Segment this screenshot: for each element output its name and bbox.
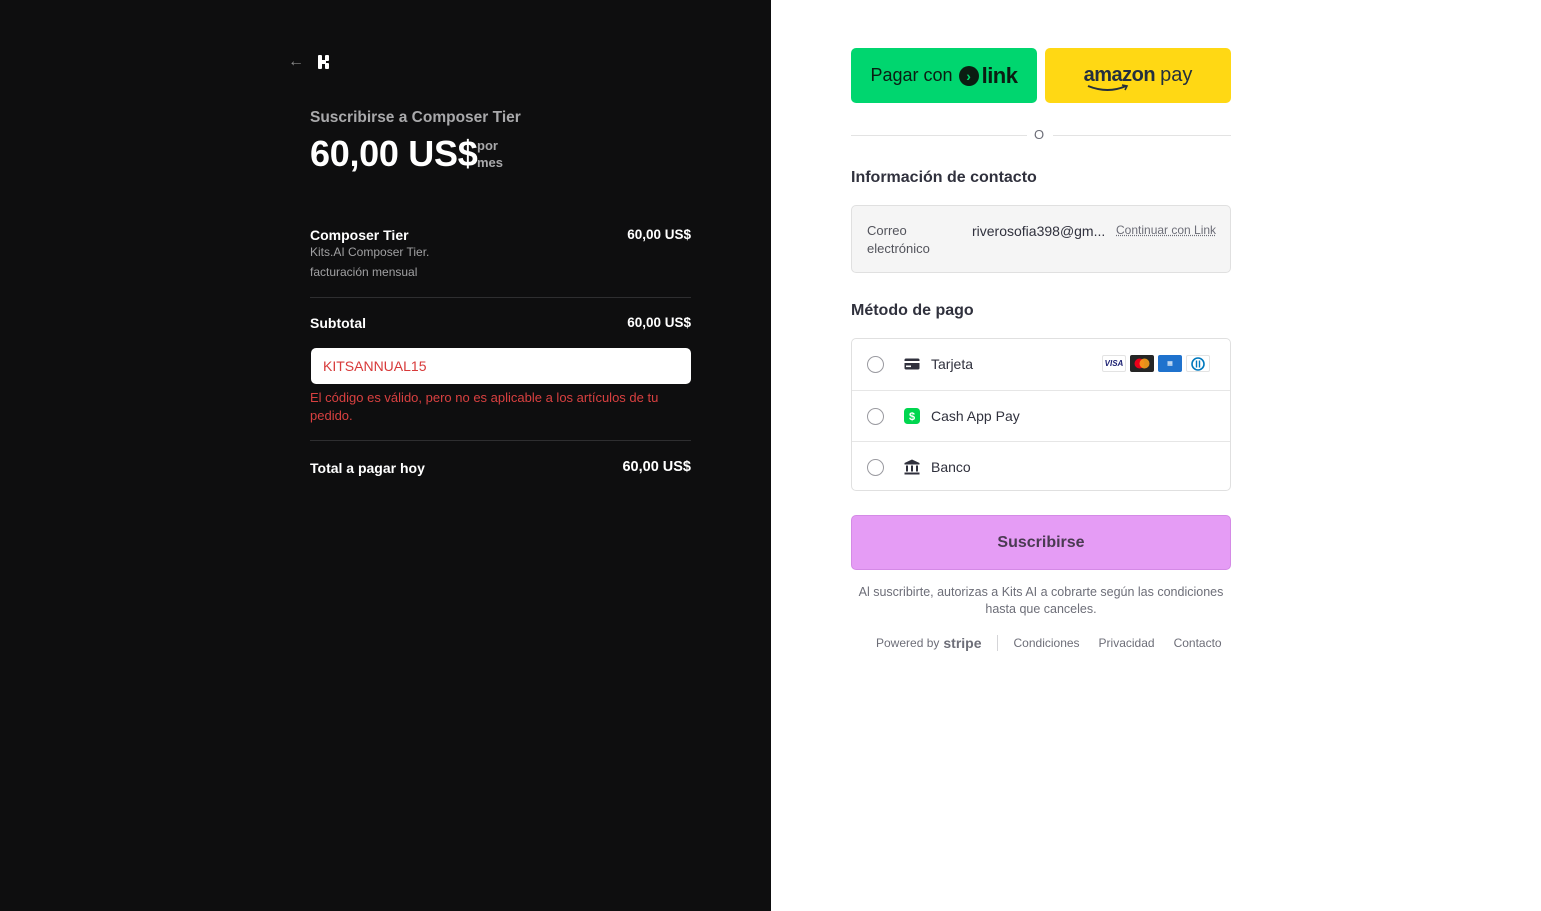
footer-link-contact[interactable]: Contacto xyxy=(1174,636,1222,650)
visa-icon: VISA xyxy=(1102,355,1126,372)
link-button-prefix: Pagar con xyxy=(870,65,953,85)
link-wordmark: link xyxy=(981,62,1018,88)
payment-method-bank[interactable]: Banco xyxy=(852,441,1230,492)
payment-method-cash-app[interactable]: $ Cash App Pay xyxy=(852,390,1230,441)
payment-method-label: Cash App Pay xyxy=(931,408,1020,424)
payment-method-card[interactable]: Tarjeta VISA ▦ xyxy=(852,339,1230,390)
amazon-pay-button[interactable]: amazon pay xyxy=(1045,48,1231,103)
footer: Powered by stripe Condiciones Privacidad… xyxy=(876,635,1241,651)
payment-method-label: Banco xyxy=(931,459,971,475)
kits-logo xyxy=(318,55,329,69)
price-period: por mes xyxy=(477,137,517,171)
period-line-2: mes xyxy=(477,155,504,170)
stripe-logo[interactable]: stripe xyxy=(943,635,981,651)
promo-code-input[interactable] xyxy=(311,348,691,384)
period-line-1: por xyxy=(477,138,498,153)
footer-link-terms[interactable]: Condiciones xyxy=(1014,636,1080,650)
footer-separator xyxy=(996,635,998,651)
email-value: riverosofia398@gm... xyxy=(972,223,1106,239)
amazon-wordmark: amazon xyxy=(1083,64,1156,91)
svg-text:$: $ xyxy=(909,411,915,423)
line-item-billing: facturación mensual xyxy=(310,265,418,279)
total-value: 60,00 US$ xyxy=(622,459,691,475)
mastercard-icon xyxy=(1130,355,1154,372)
subscribe-title: Suscribirse a Composer Tier xyxy=(310,109,521,126)
or-divider-right xyxy=(1053,135,1231,136)
payment-section-title: Método de pago xyxy=(851,302,974,319)
amazon-smile-icon xyxy=(1087,84,1128,91)
footer-link-privacy[interactable]: Privacidad xyxy=(1099,636,1155,650)
radio-button[interactable] xyxy=(867,408,884,425)
link-arrow-icon: › xyxy=(958,65,979,86)
amex-icon: ▦ xyxy=(1158,355,1182,372)
bank-icon xyxy=(904,459,920,475)
contact-section-title: Información de contacto xyxy=(851,169,1037,186)
line-item-name: Composer Tier xyxy=(310,227,409,243)
powered-by-text: Powered by xyxy=(876,636,940,650)
continue-with-link[interactable]: Continuar con Link xyxy=(1116,223,1216,237)
radio-button[interactable] xyxy=(867,356,884,373)
credit-card-icon xyxy=(904,358,920,370)
price-amount: 60,00 US$ xyxy=(310,133,478,174)
payment-method-label: Tarjeta xyxy=(931,356,974,372)
order-summary-panel: ← Suscribirse a Composer Tier 60,00 US$ … xyxy=(0,0,771,911)
card-brands: VISA ▦ xyxy=(1102,355,1210,372)
legal-disclaimer: Al suscribirte, autorizas a Kits AI a co… xyxy=(858,585,1224,616)
radio-button[interactable] xyxy=(867,459,884,476)
subtotal-label: Subtotal xyxy=(310,315,366,331)
contact-info-box: Correo electrónico riverosofia398@gm... … xyxy=(851,205,1231,273)
arrow-left-icon[interactable]: ← xyxy=(288,53,306,71)
amazon-word: amazon xyxy=(1083,64,1156,86)
or-divider-text: O xyxy=(1034,127,1045,142)
cash-app-icon: $ xyxy=(904,408,920,424)
or-divider-left xyxy=(851,135,1027,136)
promo-error-message: El código es válido, pero no es aplicabl… xyxy=(310,390,659,423)
amazon-pay-word: pay xyxy=(1160,64,1193,86)
email-label: Correo electrónico xyxy=(867,223,930,256)
diners-icon xyxy=(1186,355,1210,372)
subtotal-value: 60,00 US$ xyxy=(627,315,691,330)
divider xyxy=(310,440,691,441)
pay-with-link-button[interactable]: Pagar con › link xyxy=(851,48,1037,103)
subscribe-button[interactable]: Suscribirse xyxy=(851,515,1231,570)
line-item-description: Kits.AI Composer Tier. xyxy=(310,245,430,259)
divider xyxy=(310,297,691,298)
line-item-price: 60,00 US$ xyxy=(627,227,691,242)
payment-methods: Tarjeta VISA ▦ $ Cash App Pay Banco xyxy=(851,338,1231,491)
total-label: Total a pagar hoy xyxy=(310,460,425,476)
